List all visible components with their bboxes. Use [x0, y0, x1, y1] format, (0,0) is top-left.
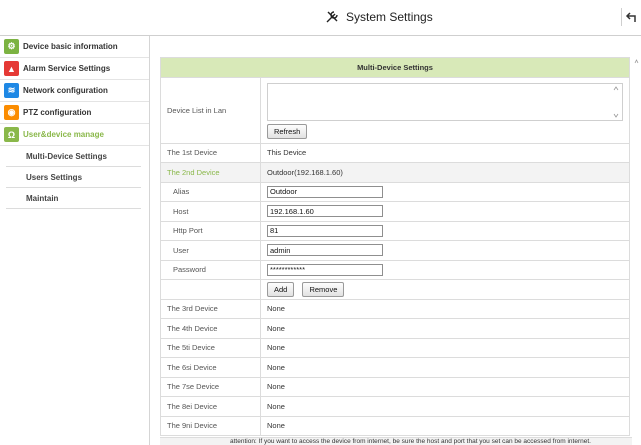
sidebar-item-user-device-manage[interactable]: Ω User&device manage — [0, 124, 149, 146]
sidebar-submenu: Multi-Device Settings Users Settings Mai… — [6, 146, 141, 209]
device-label: The 9ni Device — [160, 415, 261, 436]
password-row: Password — [160, 259, 630, 280]
table-row: The 4th Device None — [160, 318, 630, 339]
page-title: System Settings — [346, 10, 433, 24]
alias-row: Alias — [160, 181, 630, 202]
sidebar-subitem-maintain[interactable]: Maintain — [6, 188, 141, 209]
sidebar-item-ptz-configuration[interactable]: ◉ PTZ configuration — [0, 102, 149, 124]
device-label: The 6si Device — [160, 357, 261, 378]
sidebar-subitem-users-settings[interactable]: Users Settings — [6, 167, 141, 188]
device-label: The 4th Device — [160, 318, 261, 339]
device-label: The 5ti Device — [160, 337, 261, 358]
back-arrow-icon[interactable] — [621, 8, 641, 26]
user-device-icon: Ω — [4, 127, 19, 142]
wifi-icon: ≋ — [4, 83, 19, 98]
table-row: The 6si Device None — [160, 357, 630, 378]
device-value: Outdoor(192.168.1.60) — [260, 162, 630, 183]
header-bar: System Settings — [0, 0, 641, 36]
user-row: User — [160, 240, 630, 261]
lan-list-scrollbar[interactable] — [612, 84, 620, 120]
device-list-box[interactable] — [267, 83, 623, 121]
device-label: The 1st Device — [160, 142, 261, 163]
table-row: The 8ei Device None — [160, 396, 630, 417]
alias-label: Alias — [160, 181, 261, 202]
device-value: This Device — [260, 142, 630, 163]
table-row: The 1st Device This Device — [160, 142, 630, 163]
ptz-camera-icon: ◉ — [4, 105, 19, 120]
device-value: None — [260, 415, 630, 436]
port-label: Http Port — [160, 220, 261, 241]
device-value: None — [260, 357, 630, 378]
device-info-icon: ⚙ — [4, 39, 19, 54]
multi-device-table: Multi-Device Settings Device List in Lan… — [160, 57, 630, 436]
sidebar-item-device-basic-information[interactable]: ⚙ Device basic information — [0, 36, 149, 58]
lan-list-row: Device List in Lan Refresh — [160, 76, 630, 144]
settings-panel: Multi-Device Settings Device List in Lan… — [160, 57, 630, 436]
password-input[interactable] — [267, 263, 383, 276]
table-header-row: Multi-Device Settings — [160, 57, 630, 78]
host-label: Host — [160, 201, 261, 222]
sidebar-item-label: Alarm Service Settings — [23, 64, 111, 73]
user-input[interactable] — [267, 244, 383, 257]
actions-row: Add Remove — [160, 279, 630, 300]
device-value: None — [260, 318, 630, 339]
table-row: The 9ni Device None — [160, 415, 630, 436]
sidebar-item-label: PTZ configuration — [23, 108, 92, 117]
tools-icon — [324, 9, 340, 25]
sidebar-item-alarm-service-settings[interactable]: ▲ Alarm Service Settings — [0, 58, 149, 80]
table-row-selected[interactable]: The 2nd Device Outdoor(192.168.1.60) — [160, 162, 630, 183]
sidebar: ⚙ Device basic information ▲ Alarm Servi… — [0, 36, 150, 445]
panel-title: Multi-Device Settings — [160, 57, 630, 78]
attention-note: attention: If you want to access the dev… — [160, 437, 632, 445]
alias-input[interactable] — [267, 185, 383, 198]
password-label: Password — [160, 259, 261, 280]
refresh-button[interactable]: Refresh — [267, 124, 308, 139]
device-label: The 7se Device — [160, 376, 261, 397]
http-port-input[interactable] — [267, 224, 383, 237]
user-label: User — [160, 240, 261, 261]
device-value: None — [260, 298, 630, 319]
lan-list-label: Device List in Lan — [160, 76, 261, 144]
device-label: The 3rd Device — [160, 298, 261, 319]
device-label-selected[interactable]: The 2nd Device — [160, 162, 261, 183]
table-row: The 7se Device None — [160, 376, 630, 397]
sidebar-subitem-multi-device-settings[interactable]: Multi-Device Settings — [6, 146, 141, 167]
sidebar-item-network-configuration[interactable]: ≋ Network configuration — [0, 80, 149, 102]
port-row: Http Port — [160, 220, 630, 241]
alarm-bell-icon: ▲ — [4, 61, 19, 76]
device-label: The 8ei Device — [160, 396, 261, 417]
sidebar-item-label: User&device manage — [23, 130, 104, 139]
lan-list-cell: Refresh — [260, 76, 630, 144]
add-button[interactable]: Add — [267, 281, 295, 297]
sidebar-item-label: Device basic information — [23, 42, 118, 51]
host-row: Host — [160, 201, 630, 222]
device-value: None — [260, 376, 630, 397]
device-value: None — [260, 337, 630, 358]
header-title-group: System Settings — [324, 9, 433, 25]
remove-button[interactable]: Remove — [302, 281, 345, 297]
host-input[interactable] — [267, 205, 383, 218]
device-value: None — [260, 396, 630, 417]
main-scrollbar[interactable] — [632, 57, 641, 445]
table-row: The 5ti Device None — [160, 337, 630, 358]
table-row: The 3rd Device None — [160, 298, 630, 319]
sidebar-item-label: Network configuration — [23, 86, 108, 95]
